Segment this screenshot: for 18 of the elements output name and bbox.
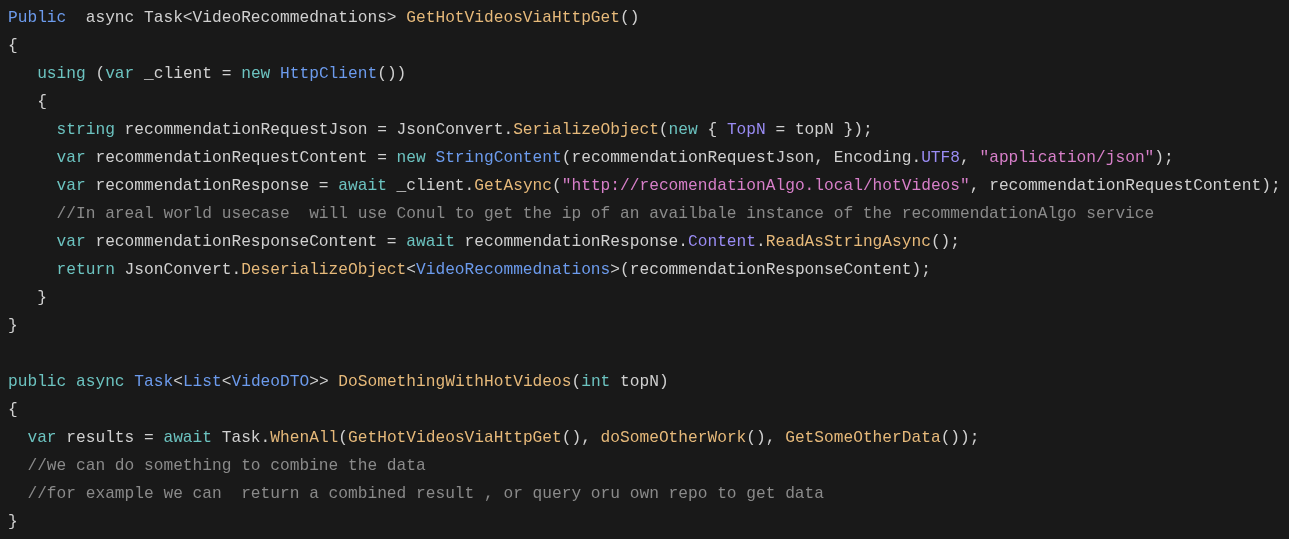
code-line: }: [8, 512, 18, 533]
code-line: {: [8, 400, 18, 421]
code-line: var recommendationRequestContent = new StringContent(recommendationRequestJson, Encoding.UTF8, "application/json");: [55, 148, 1174, 169]
code-line: return JsonConvert.DeserializeObject<VideoRecommednations>(recommendationResponseContent);: [55, 260, 931, 281]
code-line: var results = await Task.WhenAll(GetHotVideosViaHttpGet(), doSomeOtherWork(), GetSomeOtherData());: [26, 428, 980, 449]
code-line: Public async Task<VideoRecommednations> GetHotVideosViaHttpGet(): [8, 8, 640, 29]
code-line: {: [36, 92, 47, 113]
code-line: var recommendationResponse = await _client.GetAsync("http://recomendationAlgo.local/hotVideos", recommendationRequestContent);: [55, 176, 1281, 197]
code-line: string recommendationRequestJson = JsonConvert.SerializeObject(new { TopN = topN });: [55, 120, 873, 141]
code-line: using (var _client = new HttpClient()): [36, 64, 407, 85]
code-line: var recommendationResponseContent = await recommendationResponse.Content.ReadAsStringAsync();: [55, 232, 961, 253]
code-line: }: [8, 316, 18, 337]
code-line: //we can do something to combine the data: [26, 456, 426, 477]
code-line: //for example we can return a combined result , or query oru own repo to get data: [26, 484, 824, 505]
code-line: {: [8, 36, 18, 57]
code-line: }: [36, 288, 47, 309]
code-line: //In areal world usecase will use Conul to get the ip of an availbale instance of the recommendationAlgo service: [55, 204, 1155, 225]
code-line: public async Task<List<VideoDTO>> DoSomethingWithHotVideos(int topN): [8, 372, 669, 393]
